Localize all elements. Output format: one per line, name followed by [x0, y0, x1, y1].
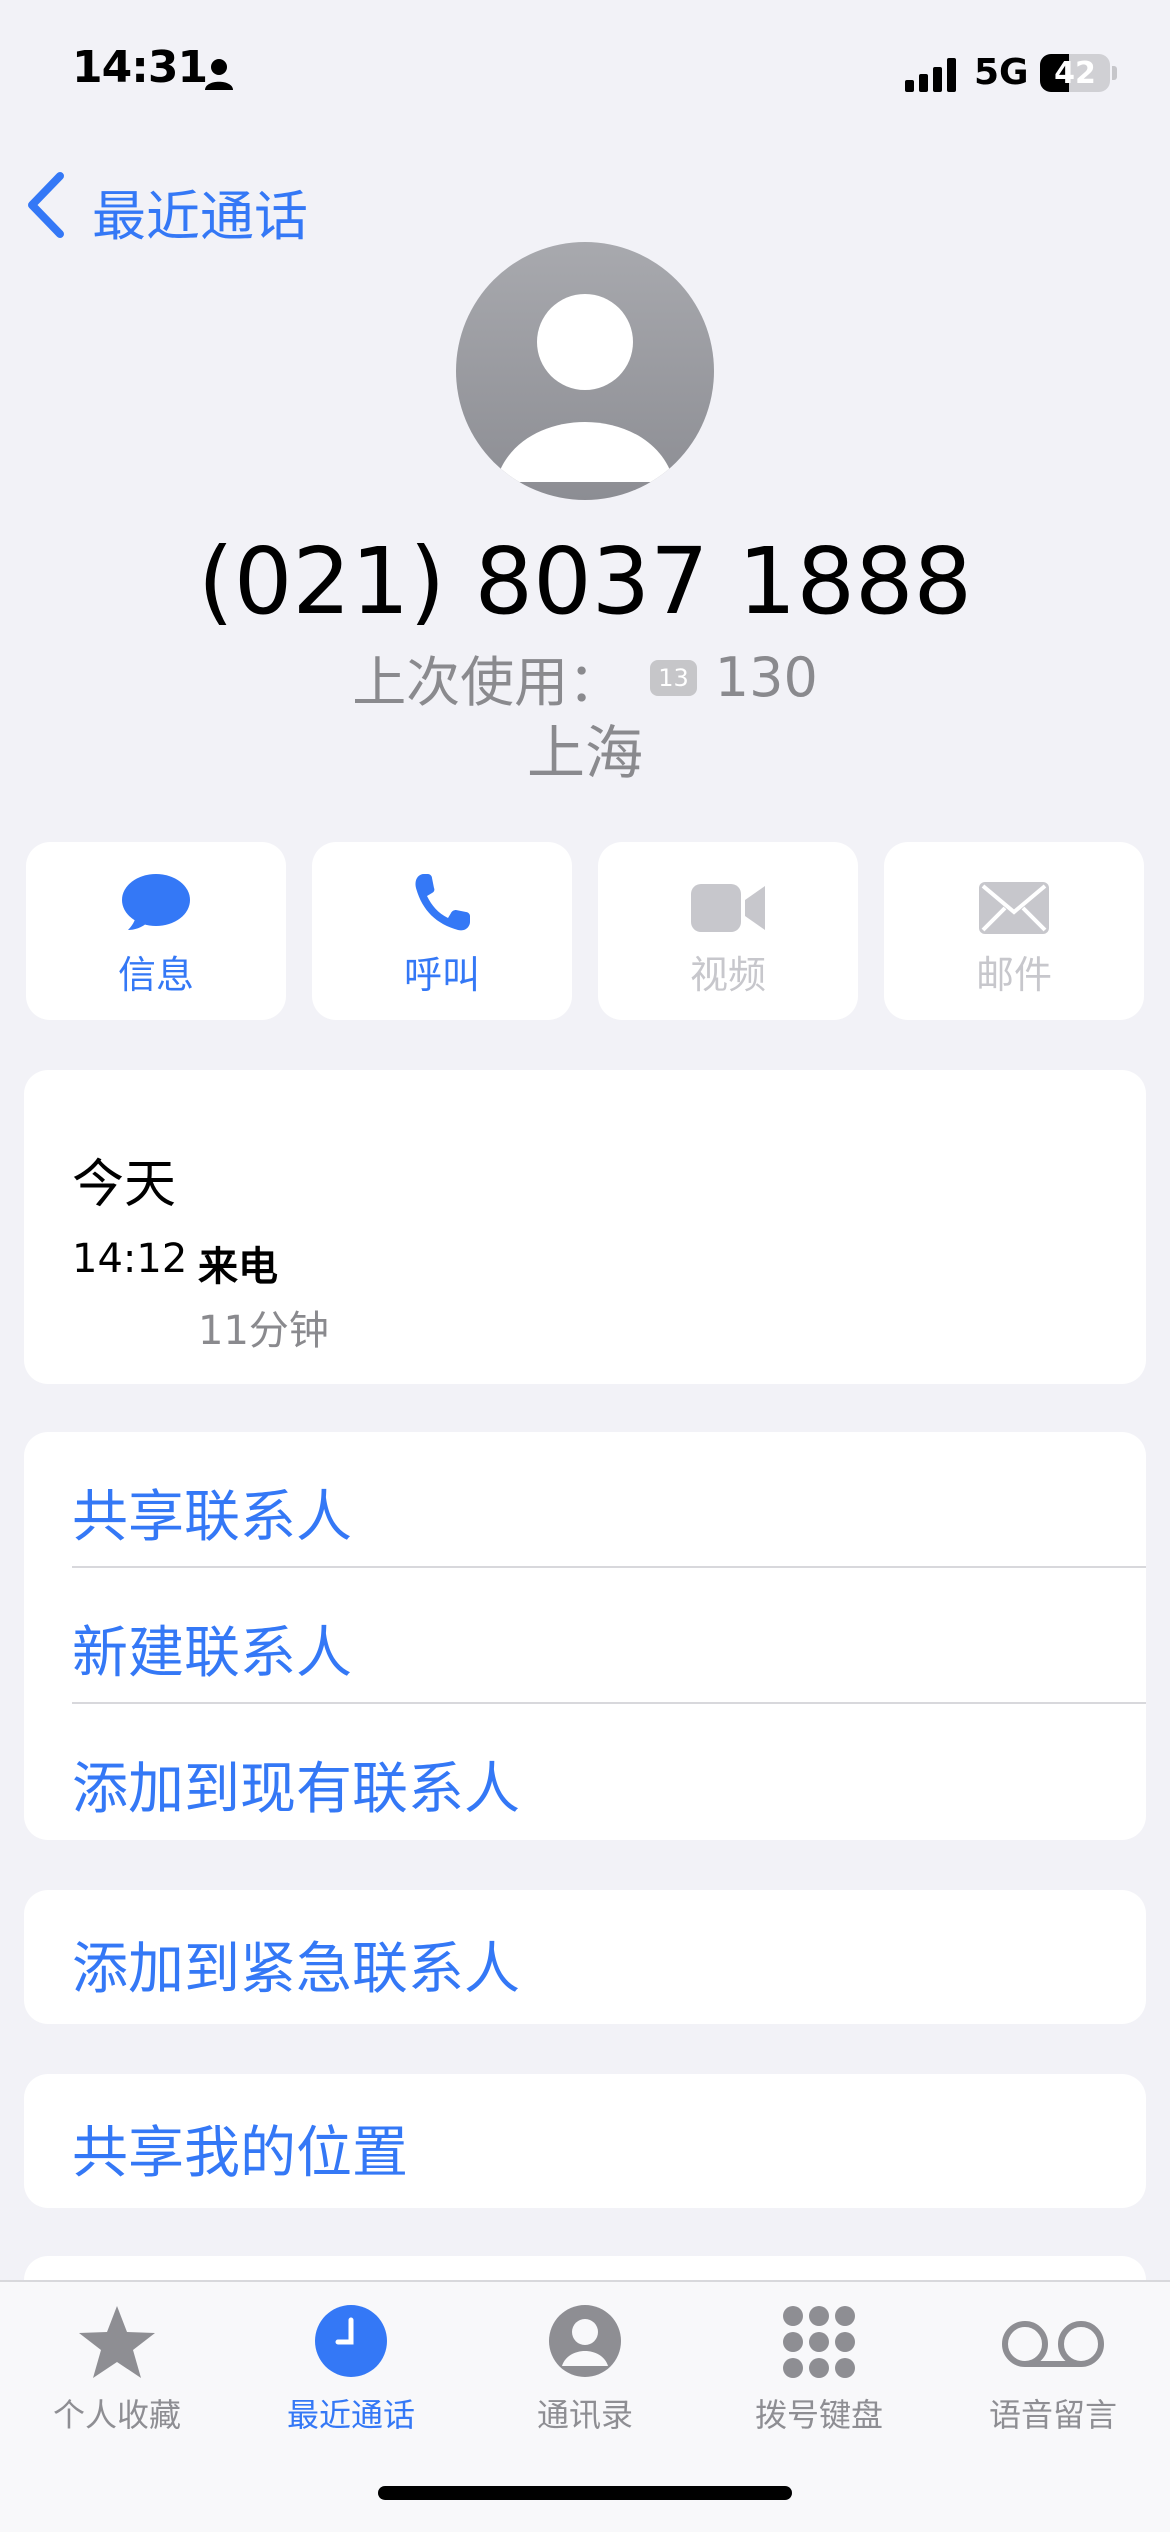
divider: [72, 1566, 1146, 1568]
call-button-label: 呼叫: [403, 953, 480, 997]
person-silhouette-icon: [496, 294, 674, 482]
battery-cap: [1112, 66, 1117, 80]
home-indicator: [378, 2486, 792, 2500]
recent-day: 今天: [72, 1155, 177, 1215]
tab-voicemail[interactable]: 语音留言: [936, 2304, 1170, 2454]
tab-contacts-label: 通讯录: [536, 2396, 633, 2434]
person-icon: [205, 59, 233, 90]
tab-contacts[interactable]: 通讯录: [468, 2304, 702, 2454]
call-time: 14:12: [72, 1236, 188, 1282]
add-emergency-contact-button[interactable]: 添加到紧急联系人: [72, 1924, 520, 2005]
tab-favorites[interactable]: 个人收藏: [0, 2304, 234, 2454]
recent-calls-card: 今天 14:12 来电 11分钟: [24, 1070, 1146, 1384]
contacts-icon: [549, 2305, 621, 2377]
share-location-button[interactable]: 共享我的位置: [72, 2108, 408, 2189]
tab-keypad[interactable]: 拨号键盘: [702, 2304, 936, 2454]
call-type: 来电: [198, 1244, 278, 1290]
message-button[interactable]: 信息: [26, 842, 286, 1020]
video-button[interactable]: 视频: [598, 842, 858, 1020]
video-icon: [691, 884, 765, 932]
tab-recents-label: 最近通话: [286, 2396, 415, 2434]
message-button-label: 信息: [117, 953, 194, 997]
divider: [72, 1702, 1146, 1704]
tab-recents[interactable]: 最近通话: [234, 2304, 468, 2454]
back-button[interactable]: 最近通话: [92, 172, 308, 251]
tab-keypad-label: 拨号键盘: [754, 2396, 883, 2434]
mail-button-label: 邮件: [975, 953, 1052, 997]
video-button-label: 视频: [689, 953, 766, 997]
mail-icon: [979, 882, 1049, 934]
chevron-left-icon[interactable]: [24, 170, 68, 240]
status-time: 14:31: [72, 42, 208, 93]
emergency-contact-card: 添加到紧急联系人: [24, 1890, 1146, 2024]
share-location-card: 共享我的位置: [24, 2074, 1146, 2208]
battery-level: 42: [1054, 56, 1096, 91]
call-duration: 11分钟: [198, 1308, 329, 1354]
sim-badge: 13: [650, 659, 697, 696]
voicemail-icon: [1002, 2321, 1104, 2367]
last-used-value: 130: [714, 646, 818, 709]
keypad-icon: [783, 2306, 855, 2378]
clock-icon: [315, 2305, 387, 2377]
network-label: 5G: [974, 52, 1029, 93]
add-to-existing-contact-button[interactable]: 添加到现有联系人: [72, 1744, 520, 1825]
phone-icon: [415, 874, 470, 931]
location-label: 上海: [526, 719, 643, 787]
share-contact-button[interactable]: 共享联系人: [72, 1472, 352, 1553]
battery-icon: 42: [1040, 54, 1110, 92]
phone-number: (021) 8037 1888: [197, 528, 973, 635]
star-icon: [79, 2306, 155, 2378]
tab-voicemail-label: 语音留言: [988, 2396, 1117, 2434]
signal-icon: [905, 58, 956, 92]
tab-favorites-label: 个人收藏: [52, 2396, 181, 2434]
avatar: [456, 242, 714, 500]
message-icon: [122, 874, 190, 930]
new-contact-button[interactable]: 新建联系人: [72, 1608, 352, 1689]
mail-button[interactable]: 邮件: [884, 842, 1144, 1020]
contact-options-card: 共享联系人 新建联系人 添加到现有联系人: [24, 1432, 1146, 1840]
call-button[interactable]: 呼叫: [312, 842, 572, 1020]
